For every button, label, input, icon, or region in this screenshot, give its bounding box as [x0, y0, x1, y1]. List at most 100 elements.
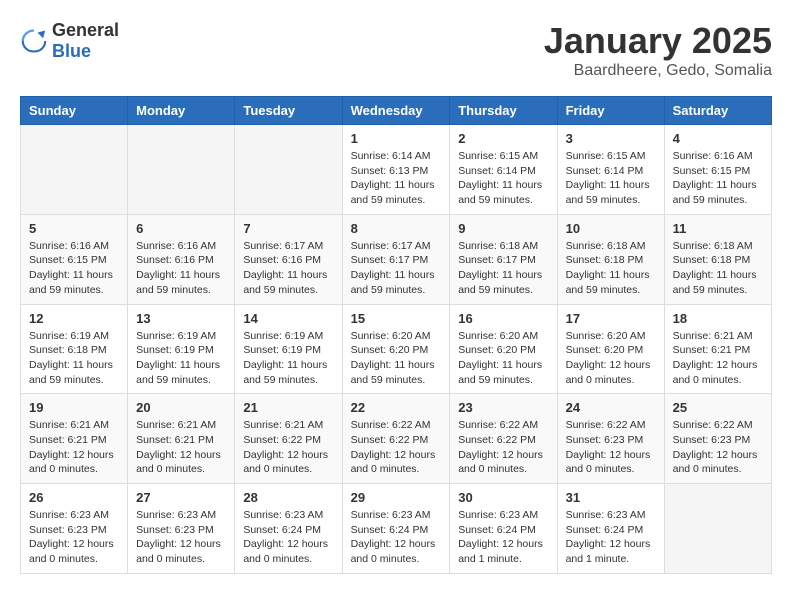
- day-number: 8: [351, 221, 442, 236]
- day-number: 17: [566, 311, 656, 326]
- calendar-cell: 24Sunrise: 6:22 AMSunset: 6:23 PMDayligh…: [557, 394, 664, 484]
- calendar-cell: 15 Sunrise: 6:20 AMSunset: 6:20 PMDayligh…: [342, 304, 450, 394]
- day-number: 11: [673, 221, 763, 236]
- day-info: Sunrise: 6:17 AMSunset: 6:17 PMDaylight:…: [351, 239, 442, 298]
- day-info: Sunrise: 6:14 AMSunset: 6:13 PMDaylight:…: [351, 149, 442, 208]
- calendar-cell: 10 Sunrise: 6:18 AMSunset: 6:18 PMDayligh…: [557, 214, 664, 304]
- day-info: Sunrise: 6:23 AMSunset: 6:23 PMDaylight:…: [136, 508, 226, 567]
- calendar-cell: [128, 125, 235, 215]
- calendar-cell: 17Sunrise: 6:20 AMSunset: 6:20 PMDayligh…: [557, 304, 664, 394]
- day-number: 16: [458, 311, 548, 326]
- calendar-cell: 4 Sunrise: 6:16 AMSunset: 6:15 PMDaylight…: [664, 125, 771, 215]
- calendar-cell: 13 Sunrise: 6:19 AMSunset: 6:19 PMDayligh…: [128, 304, 235, 394]
- day-info: Sunrise: 6:22 AMSunset: 6:22 PMDaylight:…: [458, 418, 548, 477]
- day-info: Sunrise: 6:16 AMSunset: 6:16 PMDaylight:…: [136, 239, 226, 298]
- day-number: 21: [243, 400, 333, 415]
- calendar-cell: 3 Sunrise: 6:15 AMSunset: 6:14 PMDaylight…: [557, 125, 664, 215]
- day-number: 1: [351, 131, 442, 146]
- day-number: 3: [566, 131, 656, 146]
- calendar-cell: [664, 484, 771, 574]
- calendar-cell: 9Sunrise: 6:18 AMSunset: 6:17 PMDaylight…: [450, 214, 557, 304]
- calendar-cell: 20 Sunrise: 6:21 AMSunset: 6:21 PMDayligh…: [128, 394, 235, 484]
- calendar-cell: 26 Sunrise: 6:23 AMSunset: 6:23 PMDayligh…: [21, 484, 128, 574]
- day-info: Sunrise: 6:23 AMSunset: 6:24 PMDaylight:…: [243, 508, 333, 567]
- day-number: 26: [29, 490, 119, 505]
- day-info: Sunrise: 6:20 AMSunset: 6:20 PMDaylight:…: [458, 329, 548, 388]
- day-info: Sunrise: 6:21 AMSunset: 6:21 PMDaylight:…: [29, 418, 119, 477]
- calendar-cell: 27 Sunrise: 6:23 AMSunset: 6:23 PMDayligh…: [128, 484, 235, 574]
- day-number: 2: [458, 131, 548, 146]
- calendar-cell: 18 Sunrise: 6:21 AMSunset: 6:21 PMDayligh…: [664, 304, 771, 394]
- calendar-cell: [21, 125, 128, 215]
- day-header-monday: Monday: [128, 97, 235, 125]
- day-number: 19: [29, 400, 119, 415]
- day-info: Sunrise: 6:22 AMSunset: 6:23 PMDaylight:…: [673, 418, 763, 477]
- day-number: 10: [566, 221, 656, 236]
- day-header-tuesday: Tuesday: [235, 97, 342, 125]
- day-header-saturday: Saturday: [664, 97, 771, 125]
- day-info: Sunrise: 6:21 AMSunset: 6:21 PMDaylight:…: [673, 329, 763, 388]
- day-header-friday: Friday: [557, 97, 664, 125]
- day-number: 13: [136, 311, 226, 326]
- calendar-cell: 5 Sunrise: 6:16 AMSunset: 6:15 PMDaylight…: [21, 214, 128, 304]
- calendar-cell: 8 Sunrise: 6:17 AMSunset: 6:17 PMDaylight…: [342, 214, 450, 304]
- day-number: 20: [136, 400, 226, 415]
- day-info: Sunrise: 6:18 AMSunset: 6:18 PMDaylight:…: [673, 239, 763, 298]
- calendar-cell: 7 Sunrise: 6:17 AMSunset: 6:16 PMDaylight…: [235, 214, 342, 304]
- calendar-cell: 12Sunrise: 6:19 AMSunset: 6:18 PMDayligh…: [21, 304, 128, 394]
- day-info: Sunrise: 6:22 AMSunset: 6:22 PMDaylight:…: [351, 418, 442, 477]
- day-number: 24: [566, 400, 656, 415]
- day-number: 18: [673, 311, 763, 326]
- calendar-cell: 29Sunrise: 6:23 AMSunset: 6:24 PMDayligh…: [342, 484, 450, 574]
- day-info: Sunrise: 6:19 AMSunset: 6:18 PMDaylight:…: [29, 329, 119, 388]
- calendar-cell: 28 Sunrise: 6:23 AMSunset: 6:24 PMDayligh…: [235, 484, 342, 574]
- day-info: Sunrise: 6:17 AMSunset: 6:16 PMDaylight:…: [243, 239, 333, 298]
- day-number: 28: [243, 490, 333, 505]
- day-info: Sunrise: 6:19 AMSunset: 6:19 PMDaylight:…: [136, 329, 226, 388]
- day-number: 7: [243, 221, 333, 236]
- day-info: Sunrise: 6:16 AMSunset: 6:15 PMDaylight:…: [673, 149, 763, 208]
- location-title: Baardheere, Gedo, Somalia: [544, 62, 772, 80]
- day-info: Sunrise: 6:18 AMSunset: 6:18 PMDaylight:…: [566, 239, 656, 298]
- day-info: Sunrise: 6:15 AMSunset: 6:14 PMDaylight:…: [566, 149, 656, 208]
- calendar-table: SundayMondayTuesdayWednesdayThursdayFrid…: [20, 96, 772, 574]
- calendar-cell: 31Sunrise: 6:23 AMSunset: 6:24 PMDayligh…: [557, 484, 664, 574]
- day-number: 4: [673, 131, 763, 146]
- calendar-cell: 30Sunrise: 6:23 AMSunset: 6:24 PMDayligh…: [450, 484, 557, 574]
- logo: General Blue: [20, 20, 119, 62]
- calendar-cell: 1 Sunrise: 6:14 AMSunset: 6:13 PMDaylight…: [342, 125, 450, 215]
- day-number: 27: [136, 490, 226, 505]
- calendar-cell: 11 Sunrise: 6:18 AMSunset: 6:18 PMDayligh…: [664, 214, 771, 304]
- day-number: 5: [29, 221, 119, 236]
- logo-text: General Blue: [52, 20, 119, 62]
- day-info: Sunrise: 6:19 AMSunset: 6:19 PMDaylight:…: [243, 329, 333, 388]
- logo-icon: [20, 27, 48, 55]
- calendar-cell: 25 Sunrise: 6:22 AMSunset: 6:23 PMDayligh…: [664, 394, 771, 484]
- week-row-1: 1 Sunrise: 6:14 AMSunset: 6:13 PMDaylight…: [21, 125, 772, 215]
- day-info: Sunrise: 6:23 AMSunset: 6:24 PMDaylight:…: [458, 508, 548, 567]
- day-header-thursday: Thursday: [450, 97, 557, 125]
- week-row-5: 26 Sunrise: 6:23 AMSunset: 6:23 PMDayligh…: [21, 484, 772, 574]
- week-row-4: 19 Sunrise: 6:21 AMSunset: 6:21 PMDayligh…: [21, 394, 772, 484]
- day-number: 15: [351, 311, 442, 326]
- day-number: 25: [673, 400, 763, 415]
- calendar-cell: 6Sunrise: 6:16 AMSunset: 6:16 PMDaylight…: [128, 214, 235, 304]
- page-header: General Blue January 2025 Baardheere, Ge…: [20, 20, 772, 80]
- day-info: Sunrise: 6:21 AMSunset: 6:21 PMDaylight:…: [136, 418, 226, 477]
- day-info: Sunrise: 6:23 AMSunset: 6:23 PMDaylight:…: [29, 508, 119, 567]
- title-area: January 2025 Baardheere, Gedo, Somalia: [544, 20, 772, 80]
- calendar-cell: 16 Sunrise: 6:20 AMSunset: 6:20 PMDayligh…: [450, 304, 557, 394]
- calendar-cell: 19 Sunrise: 6:21 AMSunset: 6:21 PMDayligh…: [21, 394, 128, 484]
- day-header-wednesday: Wednesday: [342, 97, 450, 125]
- day-info: Sunrise: 6:16 AMSunset: 6:15 PMDaylight:…: [29, 239, 119, 298]
- week-row-3: 12Sunrise: 6:19 AMSunset: 6:18 PMDayligh…: [21, 304, 772, 394]
- day-number: 23: [458, 400, 548, 415]
- day-number: 9: [458, 221, 548, 236]
- day-info: Sunrise: 6:21 AMSunset: 6:22 PMDaylight:…: [243, 418, 333, 477]
- day-info: Sunrise: 6:20 AMSunset: 6:20 PMDaylight:…: [351, 329, 442, 388]
- calendar-cell: 2Sunrise: 6:15 AMSunset: 6:14 PMDaylight…: [450, 125, 557, 215]
- calendar-cell: [235, 125, 342, 215]
- calendar-cell: 14Sunrise: 6:19 AMSunset: 6:19 PMDayligh…: [235, 304, 342, 394]
- calendar-header-row: SundayMondayTuesdayWednesdayThursdayFrid…: [21, 97, 772, 125]
- logo-blue: Blue: [52, 41, 91, 61]
